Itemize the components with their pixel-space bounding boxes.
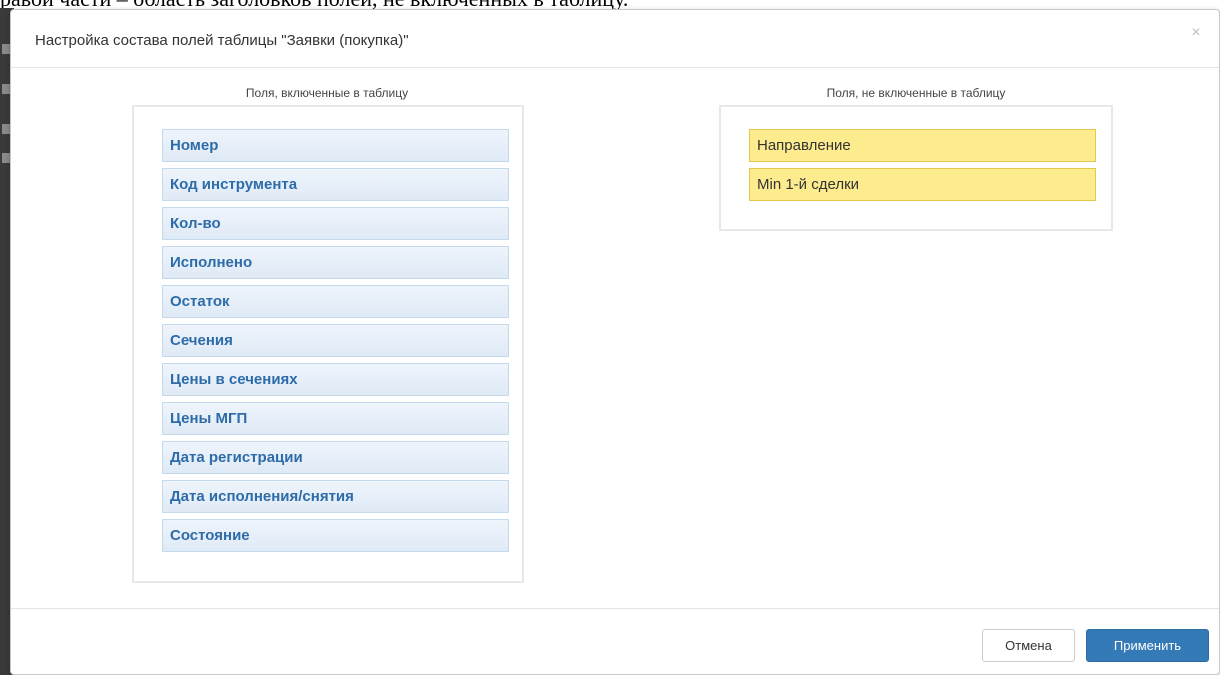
dialog-footer: Отмена Применить <box>11 608 1219 675</box>
excluded-fields-panel[interactable]: Направление Min 1-й сделки <box>719 105 1113 231</box>
excluded-field-direction[interactable]: Направление <box>749 129 1096 162</box>
included-field-instrument-code[interactable]: Код инструмента <box>162 168 509 201</box>
excluded-fields-title: Поля, не включенные в таблицу <box>826 86 1006 100</box>
included-field-sections[interactable]: Сечения <box>162 324 509 357</box>
included-field-number[interactable]: Номер <box>162 129 509 162</box>
cancel-button[interactable]: Отмена <box>982 629 1075 662</box>
apply-button[interactable]: Применить <box>1086 629 1209 662</box>
included-fields-panel[interactable]: Номер Код инструмента Кол-во Исполнено О… <box>132 105 524 583</box>
dialog-title: Настройка состава полей таблицы "Заявки … <box>35 32 409 49</box>
included-field-registration-date[interactable]: Дата регистрации <box>162 441 509 474</box>
background-mark <box>2 44 10 54</box>
background-mark <box>2 84 10 94</box>
included-fields-title: Поля, включенные в таблицу <box>245 86 409 100</box>
field-settings-dialog: Настройка состава полей таблицы "Заявки … <box>10 9 1220 675</box>
included-field-execution-date[interactable]: Дата исполнения/снятия <box>162 480 509 513</box>
included-field-mgp-prices[interactable]: Цены МГП <box>162 402 509 435</box>
excluded-field-min-first-deal[interactable]: Min 1-й сделки <box>749 168 1096 201</box>
background-mark <box>2 124 10 134</box>
excluded-fields-list: Направление Min 1-й сделки <box>749 129 1096 207</box>
dialog-header: Настройка состава полей таблицы "Заявки … <box>11 10 1219 68</box>
background-mark <box>2 153 10 163</box>
included-field-section-prices[interactable]: Цены в сечениях <box>162 363 509 396</box>
included-field-quantity[interactable]: Кол-во <box>162 207 509 240</box>
included-field-remainder[interactable]: Остаток <box>162 285 509 318</box>
included-field-executed[interactable]: Исполнено <box>162 246 509 279</box>
included-fields-list: Номер Код инструмента Кол-во Исполнено О… <box>162 129 509 558</box>
included-field-status[interactable]: Состояние <box>162 519 509 552</box>
close-icon[interactable]: × <box>1187 24 1205 42</box>
